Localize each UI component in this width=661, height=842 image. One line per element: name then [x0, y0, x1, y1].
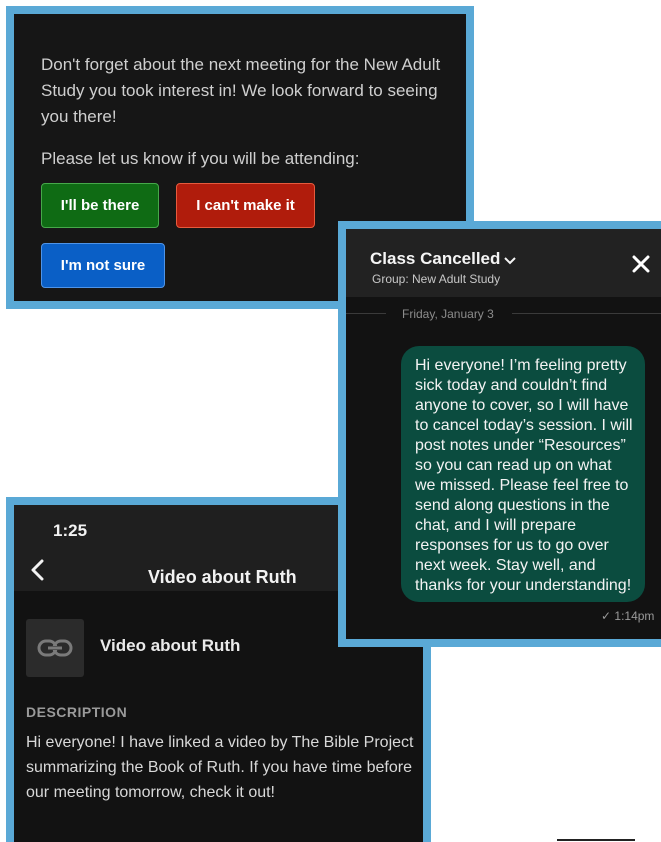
chat-group-label: Group: New Adult Study — [372, 272, 501, 286]
resource-page-title: Video about Ruth — [148, 567, 297, 587]
date-divider-line — [512, 313, 661, 314]
message-timestamp: ✓ 1:14pm — [601, 609, 655, 623]
link-thumbnail[interactable] — [26, 619, 84, 677]
back-chevron-icon[interactable] — [28, 559, 48, 581]
close-icon[interactable] — [632, 255, 650, 273]
attending-button[interactable]: I'll be there — [41, 183, 159, 228]
date-divider: Friday, January 3 — [398, 307, 498, 321]
unsure-button[interactable]: I'm not sure — [41, 243, 165, 288]
date-divider-line — [346, 313, 386, 314]
link-title[interactable]: Video about Ruth — [100, 636, 240, 656]
chevron-down-icon — [504, 250, 517, 270]
decorative-underline — [557, 839, 635, 841]
status-time: 1:25 — [53, 521, 88, 540]
link-icon — [37, 639, 73, 657]
message-bubble[interactable]: Hi everyone! I’m feeling pretty sick tod… — [401, 346, 645, 602]
not-attending-button[interactable]: I can't make it — [176, 183, 315, 228]
description-heading: DESCRIPTION — [26, 704, 128, 720]
attendance-prompt: Please let us know if you will be attend… — [41, 149, 360, 168]
chat-header: Class Cancelled Group: New Adult Study — [346, 229, 661, 297]
reminder-message: Don't forget about the next meeting for … — [41, 55, 441, 126]
description-text: Hi everyone! I have linked a video by Th… — [26, 734, 414, 801]
chat-title[interactable]: Class Cancelled — [370, 249, 517, 270]
chat-screen-frame: Class Cancelled Group: New Adult Study F… — [338, 221, 661, 647]
chat-title-text: Class Cancelled — [370, 249, 501, 268]
chat-screen: Class Cancelled Group: New Adult Study F… — [346, 229, 661, 639]
